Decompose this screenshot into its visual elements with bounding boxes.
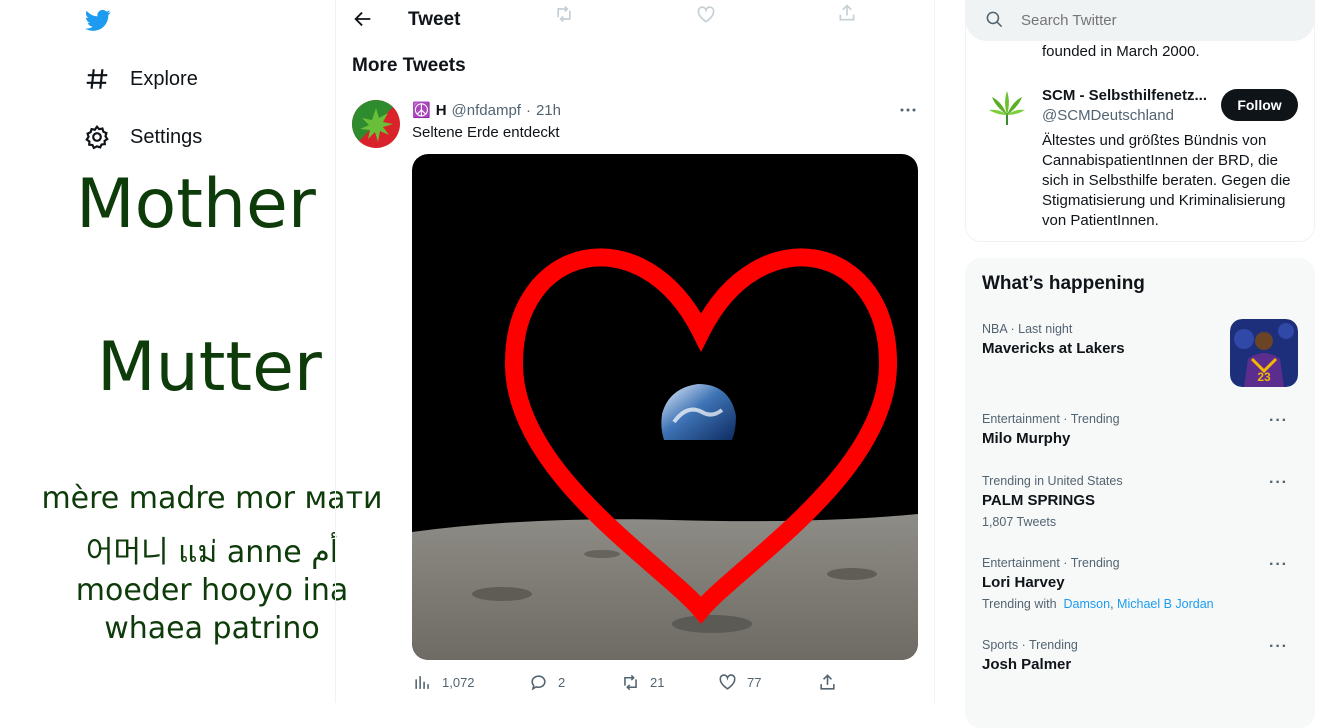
like-button[interactable]: 77 [718,673,761,692]
trend-related-comma: , [1110,597,1114,611]
cannabis-leaf-icon[interactable] [986,89,1028,129]
views-button[interactable]: 1,072 [413,673,475,692]
like-icon-faint [697,6,715,23]
trend-related-link[interactable]: Michael B Jordan [1117,597,1214,611]
overlay-mother: Mother [76,165,316,244]
trend-tweet-count: 1,807 Tweets [982,515,1057,529]
trend-item[interactable]: Trending in United States PALM SPRINGS 1… [982,474,1302,529]
gear-icon [85,124,109,150]
trend-item[interactable]: Entertainment · Trending Lori Harvey Tre… [982,556,1302,611]
reply-button[interactable]: 2 [529,673,565,692]
trend-meta: Sports · Trending [982,638,1078,652]
trend-related-prefix: Trending with [982,597,1057,611]
retweet-icon [624,674,637,691]
trend-meta-b: Last night [1018,322,1073,336]
trend-thumbnail[interactable]: 23 [1230,319,1298,387]
follow-account-handle[interactable]: @SCMDeutschland [1042,107,1174,124]
tweet-author-handle[interactable]: @nfdampf [452,102,521,119]
section-heading: More Tweets [352,55,466,76]
more-icon[interactable]: ··· [1269,638,1288,656]
trend-meta: Entertainment · Trending [982,412,1120,426]
trend-meta-sep: · [1010,322,1015,336]
retweet-count: 21 [650,675,665,690]
twitter-logo-icon[interactable] [84,7,112,33]
peace-emoji-icon: ☮️ [412,101,431,119]
share-button[interactable] [818,673,837,692]
whats-happening-heading: What’s happening [982,273,1145,294]
follow-button[interactable]: Follow [1221,89,1298,121]
more-icon[interactable]: ··· [1269,474,1288,492]
search-icon [986,11,1003,28]
trend-meta: Trending in United States [982,474,1123,488]
like-count: 77 [747,675,762,690]
trend-title: Josh Palmer [982,656,1072,673]
trend-item[interactable]: Entertainment · Trending Milo Murphy ··· [982,412,1302,447]
search-input[interactable] [1021,10,1291,30]
search-bar[interactable] [965,0,1315,41]
trend-related: Trending with Damson, Michael B Jordan [982,597,1302,611]
follow-account-name[interactable]: SCM - Selbsthilfenetz... [1042,87,1207,104]
trend-item[interactable]: Sports · Trending Josh Palmer ··· [982,638,1302,673]
retweet-icon-faint [557,5,571,23]
like-icon [719,674,736,690]
back-arrow-icon[interactable] [352,8,374,30]
more-icon[interactable]: ··· [1269,556,1288,574]
views-count: 1,072 [442,675,475,690]
reply-icon [531,675,546,691]
tweet-dot: · [525,101,531,119]
more-icon[interactable] [899,101,917,119]
follow-account-bio: Ältestes und größtes Bündnis von Cannabi… [1042,132,1291,229]
trend-title: Lori Harvey [982,574,1065,591]
nav-explore-label: Explore [130,67,198,90]
trend-title: PALM SPRINGS [982,492,1096,509]
tweet-time[interactable]: 21h [536,102,561,119]
retweet-button[interactable]: 21 [621,673,664,692]
trend-related-link[interactable]: Damson [1064,597,1111,611]
previous-bio-tail: founded in March 2000. [1042,43,1200,60]
trend-thumbnail-number: 23 [1257,370,1271,384]
views-icon [415,676,429,689]
trend-meta-a: NBA [982,322,1008,336]
share-icon-faint [839,4,855,21]
nav-explore[interactable]: Explore [84,66,198,92]
tweet-text: Seltene Erde entdeckt [412,124,560,141]
hashtag-icon [86,69,108,89]
more-icon[interactable]: ··· [1269,412,1288,430]
page-title: Tweet [408,9,461,30]
nav-settings-label: Settings [130,125,203,148]
share-icon [820,674,835,690]
tweet-header: ☮️ H @nfdampf · 21h [412,101,561,119]
nav-settings[interactable]: Settings [84,124,202,150]
overlay-mutter: Mutter [97,328,322,407]
avatar[interactable] [352,100,400,148]
trend-title: Milo Murphy [982,430,1071,447]
tweet-image[interactable] [412,154,918,660]
trend-meta: Entertainment · Trending [982,556,1120,570]
reply-count: 2 [558,675,566,690]
tweet-author-name[interactable]: H [436,102,447,119]
